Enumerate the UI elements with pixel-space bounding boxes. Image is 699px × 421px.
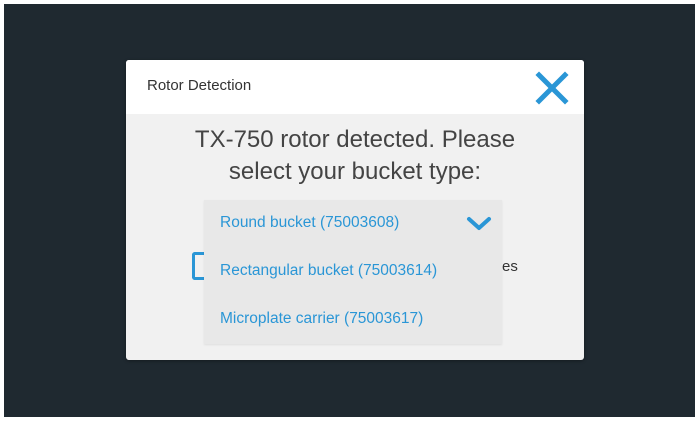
chevron-down-icon[interactable] (466, 216, 492, 232)
option-label: Rectangular bucket (75003614) (220, 262, 438, 279)
dialog-header: Rotor Detection (126, 60, 584, 114)
dropdown-option-rectangular-bucket[interactable]: Rectangular bucket (75003614) (204, 248, 502, 296)
checkbox-label-fragment: es (502, 258, 518, 275)
prompt-text: TX-750 rotor detected. Please select you… (126, 124, 584, 188)
option-label: Round bucket (75003608) (220, 214, 400, 231)
rotor-detection-dialog: Rotor Detection TX-750 rotor detected. P… (126, 60, 584, 360)
close-icon (535, 71, 569, 105)
prompt-line-2: select your bucket type: (228, 158, 482, 185)
dropdown-option-microplate-carrier[interactable]: Microplate carrier (75003617) (204, 296, 502, 344)
option-label: Microplate carrier (75003617) (220, 310, 424, 327)
dropdown-option-round-bucket[interactable]: Round bucket (75003608) (204, 200, 502, 248)
close-button[interactable] (532, 68, 572, 108)
dialog-title: Rotor Detection (147, 77, 252, 94)
bucket-type-dropdown[interactable]: Round bucket (75003608) Rectangular buck… (204, 200, 502, 344)
app-screen: Rotor Detection TX-750 rotor detected. P… (4, 4, 695, 417)
prompt-line-1: TX-750 rotor detected. Please (194, 126, 516, 153)
